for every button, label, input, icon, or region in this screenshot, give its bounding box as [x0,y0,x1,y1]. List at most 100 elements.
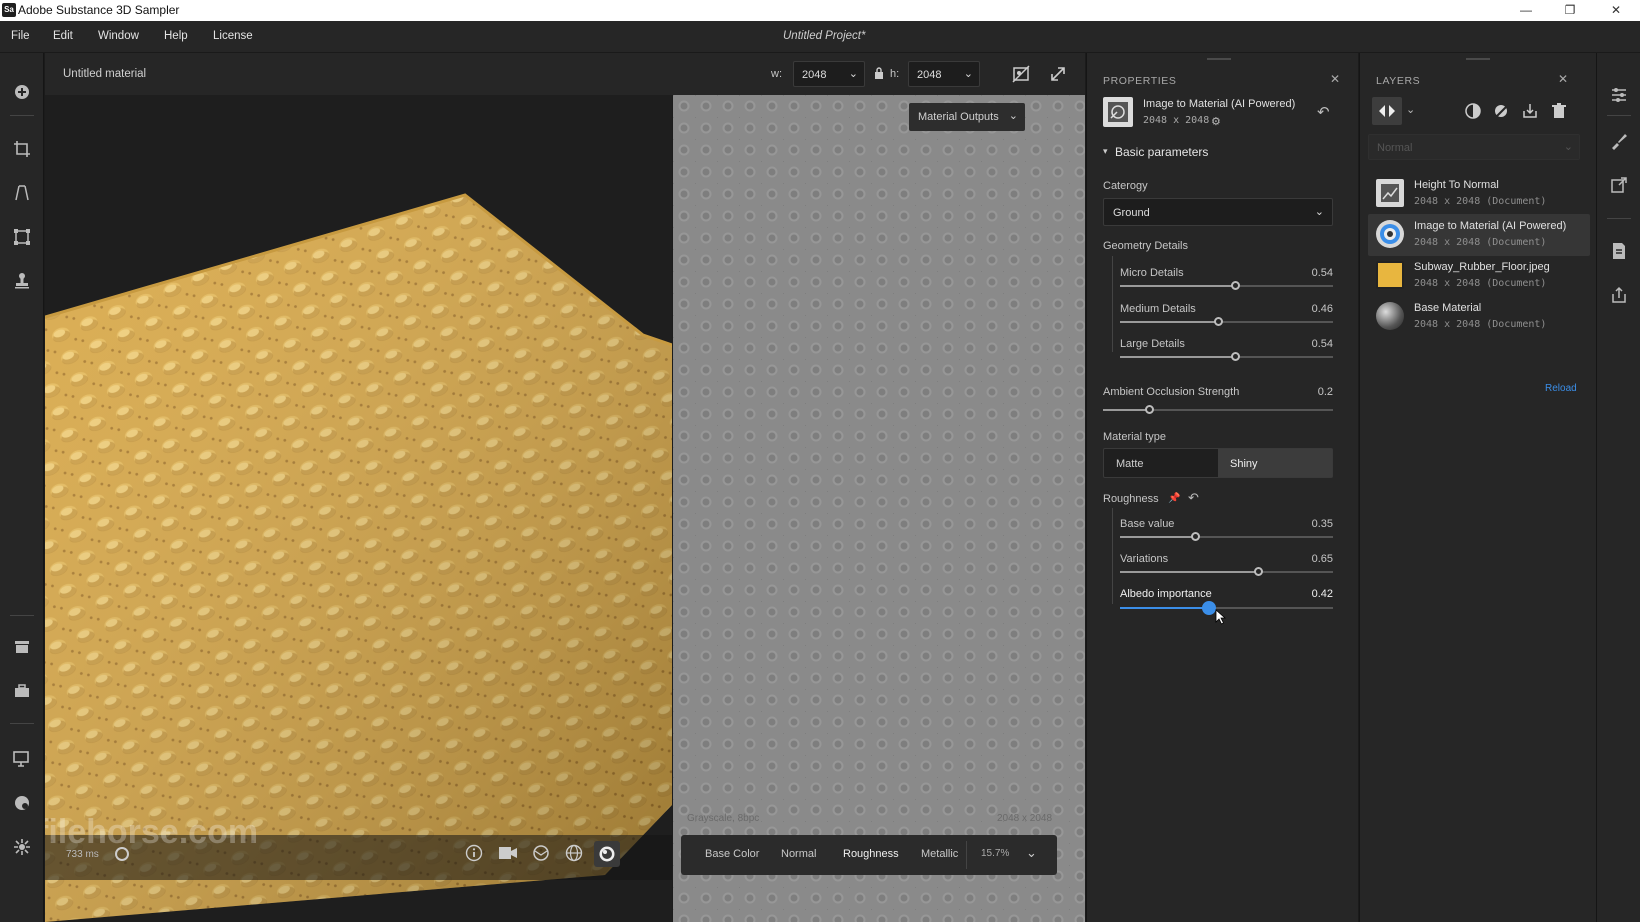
properties-panel: PROPERTIES ✕ Image to Material (AI Power… [1086,53,1358,922]
display-icon[interactable] [10,747,34,771]
chevron-down-icon: ⌄ [1314,206,1324,218]
viewport-header: Untitled material w: 2048 ⌄ h: 2048 ⌄ [45,53,1085,95]
layer-item[interactable]: Base Material 2048 x 2048 (Document) [1368,296,1590,338]
crop-icon[interactable] [10,137,34,161]
watermark: filehorse.com [45,813,259,851]
globe-icon[interactable] [565,844,583,862]
base-value-value: 0.35 [1311,518,1333,530]
material-preview-render [45,193,672,922]
chevron-down-icon: ⌄ [848,68,858,80]
trash-icon[interactable] [1551,103,1567,119]
width-dropdown[interactable]: 2048 ⌄ [793,61,865,87]
shape-icon[interactable] [532,844,550,862]
title-bar: Sa Adobe Substance 3D Sampler — ❐ ✕ [0,0,1640,21]
panel-grip[interactable] [1466,58,1490,60]
slider-handle[interactable] [1191,532,1200,541]
reset-icon[interactable]: ↶ [1317,103,1330,121]
panel-grip[interactable] [1207,58,1231,60]
large-details-slider[interactable] [1120,350,1333,364]
variations-slider[interactable] [1120,565,1333,579]
filter-icon[interactable] [1372,97,1402,125]
gear-icon[interactable]: ⚙ [1211,115,1221,128]
settings-icon[interactable] [10,835,34,859]
chevron-down-icon: ⌄ [1008,110,1018,122]
channel-base-color[interactable]: Base Color [705,848,759,860]
reload-link[interactable]: Reload [1545,383,1577,394]
properties-title: PROPERTIES [1103,75,1177,87]
section-basic-parameters[interactable]: Basic parameters [1115,145,1208,159]
menu-window[interactable]: Window [98,30,139,42]
tiling-toggle-icon[interactable] [1011,64,1031,84]
micro-details-slider[interactable] [1120,279,1333,293]
ao-strength-label: Ambient Occlusion Strength [1103,386,1240,398]
info-icon[interactable] [465,844,483,862]
medium-details-label: Medium Details [1120,303,1196,315]
matte-option[interactable]: Matte [1104,449,1218,477]
reset-icon[interactable]: ↶ [1188,490,1199,506]
layer-item[interactable]: Height To Normal 2048 x 2048 (Document) [1368,173,1590,215]
minimize-button[interactable]: — [1504,0,1548,21]
share-icon[interactable] [1607,283,1631,307]
adjustment-icon[interactable] [1465,103,1481,119]
close-icon[interactable]: ✕ [1558,72,1568,86]
close-icon[interactable]: ✕ [1330,72,1340,86]
transform-icon[interactable] [10,225,34,249]
menu-bar: File Edit Window Help License Untitled P… [0,21,1640,53]
slider-handle[interactable] [1202,601,1216,615]
pin-icon[interactable]: 📌 [1168,493,1180,504]
channel-normal[interactable]: Normal [781,848,816,860]
properties-icon[interactable] [1607,83,1631,107]
viewport-3d[interactable]: filehorse.com 733 ms [45,95,672,922]
stamp-icon[interactable] [10,269,34,293]
add-icon[interactable] [10,80,34,104]
environment-icon[interactable] [10,791,34,815]
medium-details-slider[interactable] [1120,315,1333,329]
shiny-option[interactable]: Shiny [1218,449,1332,477]
menu-file[interactable]: File [11,30,30,42]
perspective-icon[interactable] [10,181,34,205]
ao-strength-slider[interactable] [1103,403,1333,417]
material-name: Untitled material [63,68,147,80]
expand-icon[interactable] [1049,65,1067,83]
import-icon[interactable] [1522,103,1538,119]
slider-handle[interactable] [1214,317,1223,326]
channel-roughness[interactable]: Roughness [843,848,899,860]
document-icon[interactable] [1607,239,1631,263]
cursor-icon [1215,609,1227,625]
menu-edit[interactable]: Edit [53,30,73,42]
brush-icon[interactable] [1607,129,1631,153]
zoom-level[interactable]: 15.7% [981,848,1009,859]
chevron-down-icon[interactable]: ⌄ [1406,103,1415,116]
menu-license[interactable]: License [213,30,253,42]
restore-button[interactable]: ❐ [1548,0,1592,21]
fill-layer-icon[interactable] [1493,103,1511,119]
camera-icon[interactable] [498,844,518,862]
slider-handle[interactable] [1231,281,1240,290]
layer-item[interactable]: Subway_Rubber_Floor.jpeg 2048 x 2048 (Do… [1368,255,1590,297]
material-outputs-label: Material Outputs [918,111,999,123]
layers-panel: LAYERS ✕ ⌄ Normal ⌄ Height To Normal 2048… [1359,53,1596,922]
height-dropdown[interactable]: 2048 ⌄ [908,61,980,87]
chevron-down-icon[interactable]: ▾ [1103,146,1108,157]
slider-handle[interactable] [1145,405,1154,414]
slider-handle[interactable] [1254,567,1263,576]
layer-item-selected[interactable]: Image to Material (AI Powered) 2048 x 20… [1368,214,1590,256]
menu-help[interactable]: Help [164,30,188,42]
project-title: Untitled Project* [783,30,866,42]
toolbox-icon[interactable] [10,679,34,703]
channel-metallic[interactable]: Metallic [921,848,958,860]
slider-fill [1120,285,1235,287]
lock-icon[interactable] [874,66,884,79]
material-sphere-icon[interactable] [594,841,620,867]
category-dropdown[interactable]: Ground ⌄ [1103,198,1333,226]
roughness-label: Roughness [1103,493,1159,505]
close-window-button[interactable]: ✕ [1594,0,1638,21]
blend-mode-dropdown[interactable]: Normal ⌄ [1368,134,1580,160]
assets-icon[interactable] [10,635,34,659]
export-icon[interactable] [1607,173,1631,197]
viewport-2d[interactable]: Material Outputs ⌄ Grayscale, 8bpc 2048 x… [673,95,1085,922]
slider-handle[interactable] [1231,352,1240,361]
base-value-slider[interactable] [1120,530,1333,544]
material-outputs-dropdown[interactable]: Material Outputs ⌄ [909,103,1025,131]
chevron-down-icon[interactable]: ⌄ [1026,845,1037,861]
